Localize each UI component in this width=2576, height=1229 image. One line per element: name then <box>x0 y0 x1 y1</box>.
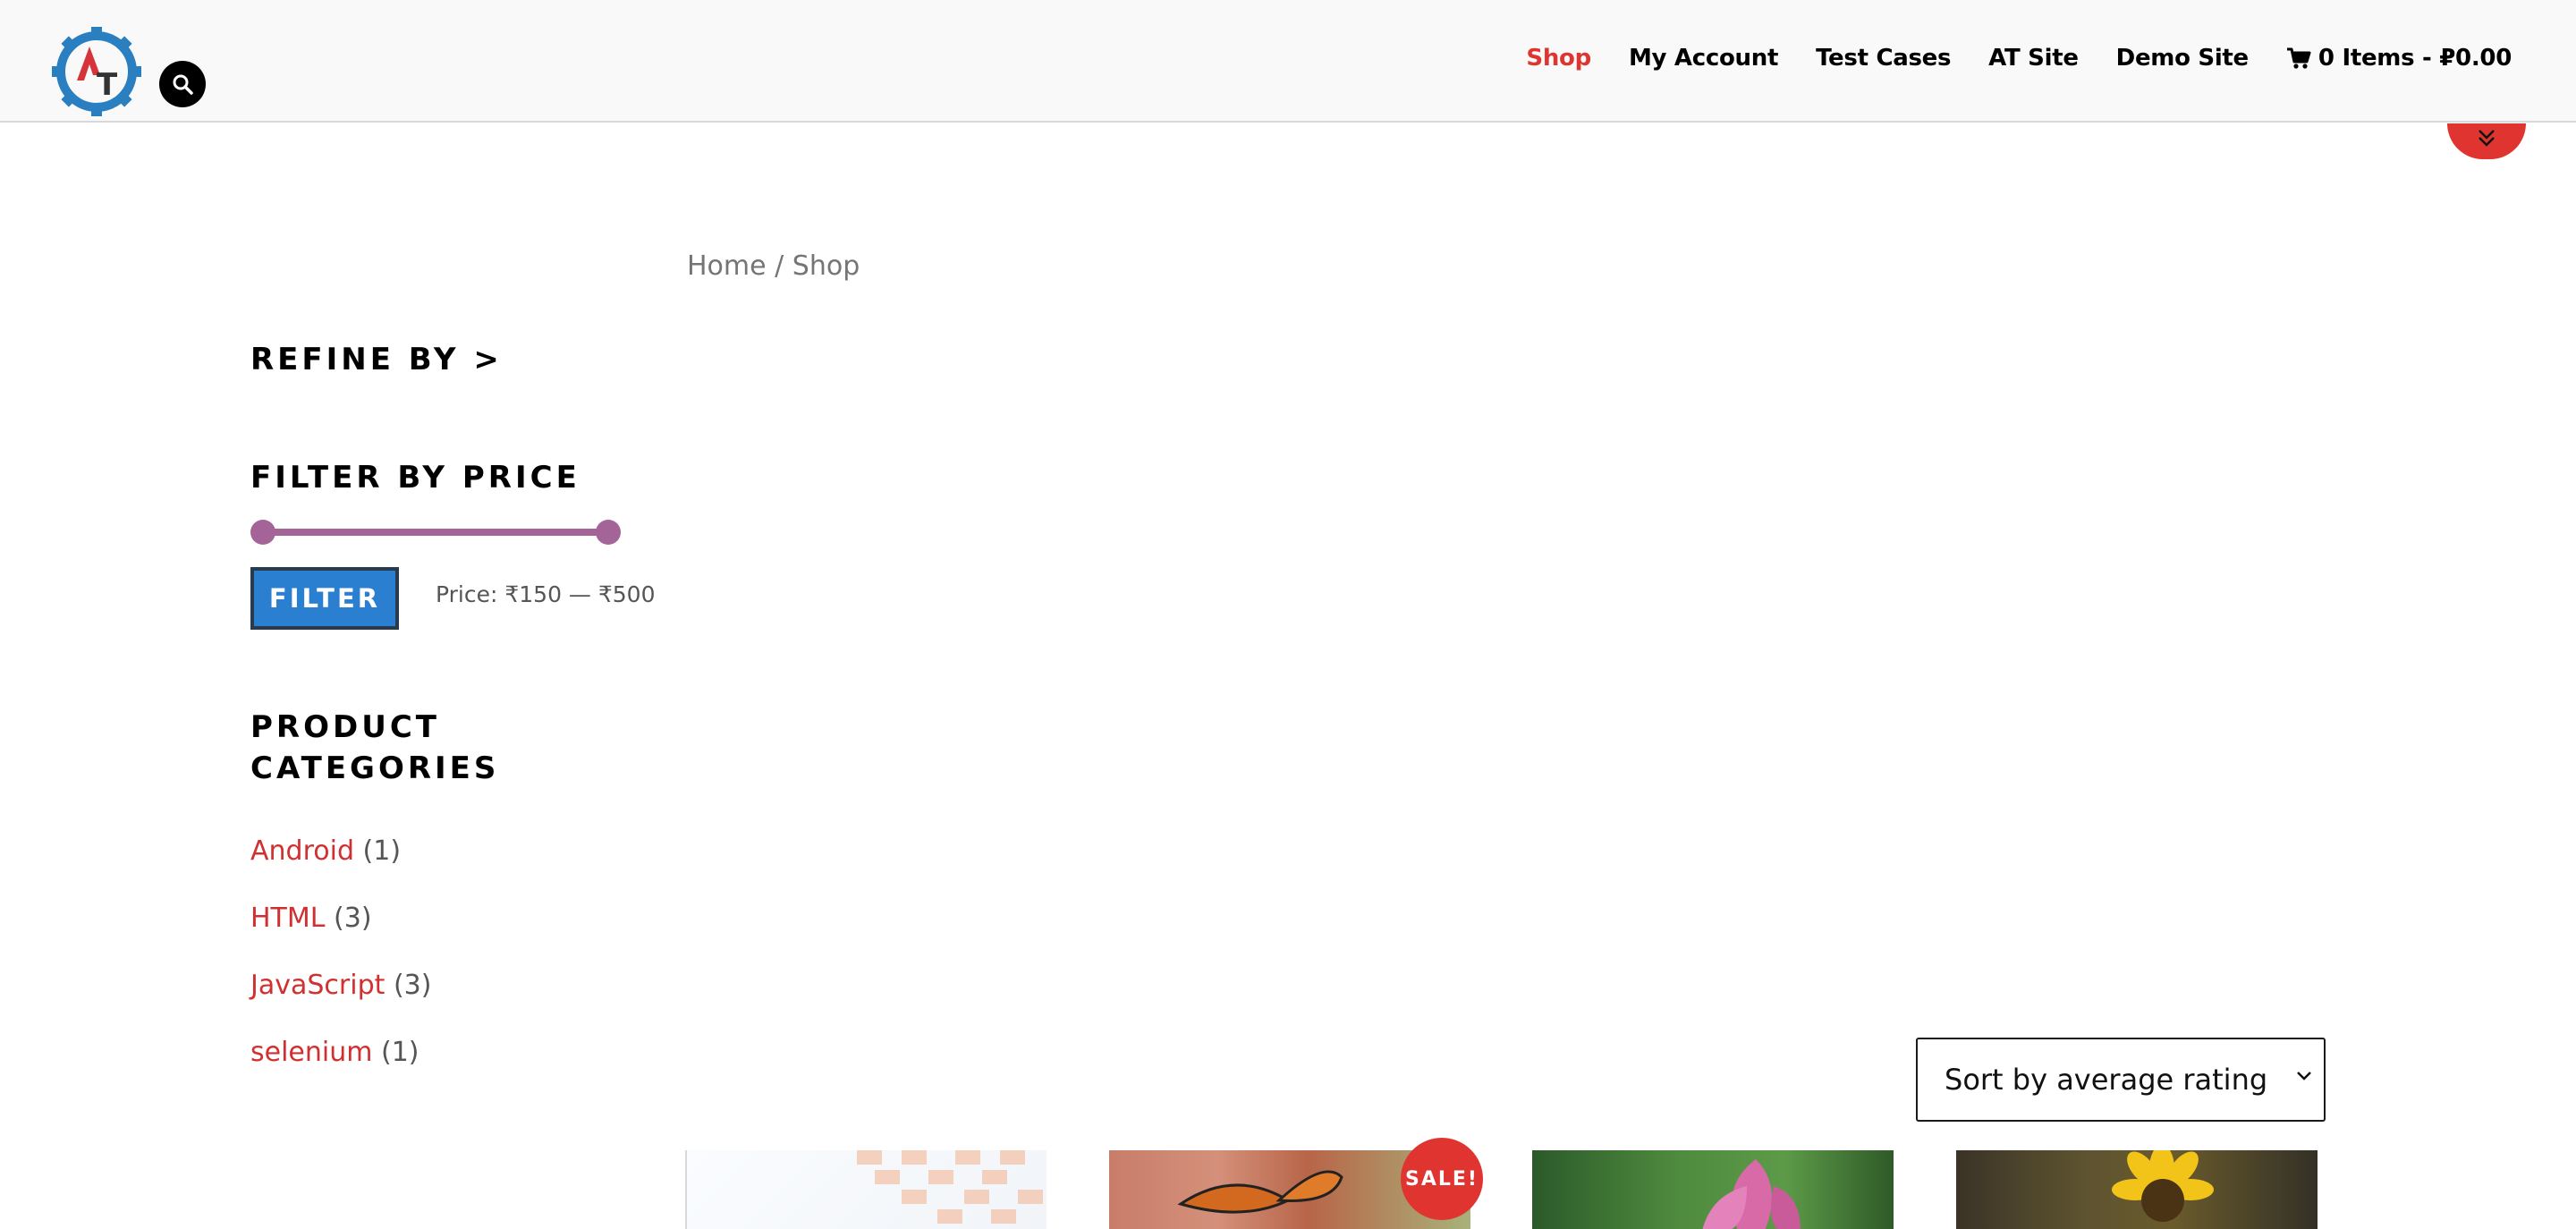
double-chevron-down-icon <box>2479 130 2495 147</box>
price-slider-min-handle[interactable] <box>250 520 275 545</box>
cart-icon <box>2286 47 2311 69</box>
sale-badge: SALE! <box>1401 1138 1483 1220</box>
site-header: T Shop My Account Test Cases AT Site Dem… <box>0 0 2576 123</box>
category-link-android[interactable]: Android <box>250 835 354 867</box>
product-image-lotus[interactable] <box>1532 1150 1894 1229</box>
breadcrumb-separator: / <box>766 250 792 282</box>
category-link-html[interactable]: HTML <box>250 903 325 934</box>
price-slider-max-handle[interactable] <box>596 520 621 545</box>
category-count: (3) <box>393 970 432 1001</box>
breadcrumb: Home / Shop <box>687 250 860 282</box>
product-categories-title: PRODUCT CATEGORIES <box>250 709 500 786</box>
category-item: JavaScript (3) <box>250 970 431 1037</box>
nav-my-account[interactable]: My Account <box>1629 45 1778 72</box>
breadcrumb-current: Shop <box>792 250 860 282</box>
price-slider-track <box>261 529 610 536</box>
nav-at-site[interactable]: AT Site <box>1988 45 2079 72</box>
sunflower-thumbnail <box>2112 1150 2214 1222</box>
lotus-thumbnail <box>1702 1159 1801 1229</box>
product-image-android[interactable] <box>685 1150 1046 1229</box>
category-list: Android (1) HTML (3) JavaScript (3) sele… <box>250 835 431 1104</box>
automationtesting-logo[interactable]: T <box>50 25 143 118</box>
sort-selected-value: Sort by average rating <box>1945 1063 2268 1097</box>
category-link-javascript[interactable]: JavaScript <box>250 970 385 1001</box>
product-image-sunflower[interactable] <box>1956 1150 2318 1229</box>
search-button[interactable] <box>159 61 206 107</box>
svg-text:T: T <box>97 67 118 103</box>
category-link-selenium[interactable]: selenium <box>250 1037 372 1068</box>
category-count: (1) <box>362 835 402 867</box>
cart-link[interactable]: 0 Items - ₽0.00 <box>2286 45 2512 72</box>
category-item: Android (1) <box>250 835 431 903</box>
nav-test-cases[interactable]: Test Cases <box>1816 45 1951 72</box>
nav-shop[interactable]: Shop <box>1526 45 1591 72</box>
main-nav: Shop My Account Test Cases AT Site Demo … <box>1488 45 2512 72</box>
category-count: (3) <box>334 903 372 934</box>
filter-by-price-title: FILTER BY PRICE <box>250 460 580 496</box>
refine-by-toggle[interactable]: REFINE BY > <box>250 342 503 377</box>
category-count: (1) <box>381 1037 419 1068</box>
chevron-down-icon <box>2297 1072 2311 1081</box>
nav-demo-site[interactable]: Demo Site <box>2116 45 2250 72</box>
cart-summary: 0 Items - ₽0.00 <box>2318 45 2512 72</box>
pattern-thumbnail <box>857 1150 1043 1224</box>
search-icon <box>173 74 193 95</box>
scroll-down-button[interactable] <box>2447 123 2526 159</box>
breadcrumb-home[interactable]: Home <box>687 250 767 282</box>
price-range-label: Price: ₹150 — ₹500 <box>436 581 656 607</box>
price-range-slider[interactable] <box>250 520 621 545</box>
sort-select[interactable]: Sort by average rating <box>1916 1038 2326 1122</box>
filter-button[interactable]: FILTER <box>250 567 399 630</box>
category-item: selenium (1) <box>250 1037 431 1104</box>
category-item: HTML (3) <box>250 903 431 970</box>
